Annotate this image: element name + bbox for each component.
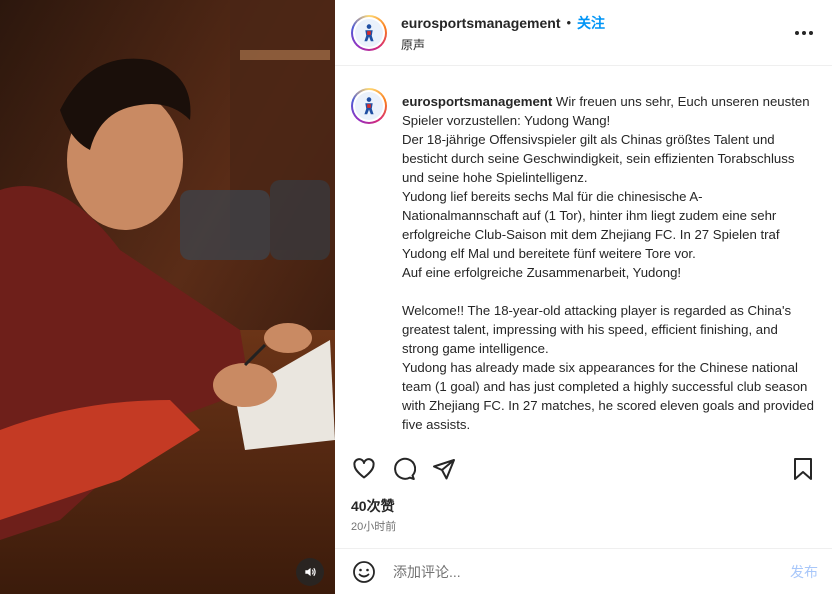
send-icon xyxy=(433,459,455,480)
speaker-icon xyxy=(305,567,316,577)
caption-line: Auf eine erfolgreiche Zusammenarbeit, Yu… xyxy=(402,265,682,280)
caption-area: eurosportsmanagement Wir freuen uns sehr… xyxy=(335,66,832,441)
caption-blank-line xyxy=(402,282,816,301)
like-button[interactable] xyxy=(351,456,377,482)
post-video[interactable] xyxy=(0,0,335,594)
instagram-post: eurosportsmanagement • 关注 原声 eurosportsm… xyxy=(0,0,832,594)
mute-button[interactable] xyxy=(296,558,324,586)
avatar-ring xyxy=(353,16,385,49)
action-bar xyxy=(351,453,816,485)
comment-icon xyxy=(394,457,416,480)
caption-avatar[interactable] xyxy=(351,88,387,124)
emoji-button[interactable] xyxy=(351,559,377,585)
post-sidebar: eurosportsmanagement • 关注 原声 eurosportsm… xyxy=(335,0,832,594)
username-link[interactable]: eurosportsmanagement xyxy=(401,15,560,31)
comment-input[interactable] xyxy=(391,562,790,581)
comment-bar: 发布 xyxy=(335,548,832,594)
caption-line: Der 18-jährige Offensivspieler gilt als … xyxy=(402,132,795,185)
caption-line: eurosportsmanagement Wir freuen uns sehr… xyxy=(402,92,816,130)
separator-dot: • xyxy=(566,15,572,30)
audio-label[interactable]: 原声 xyxy=(401,36,792,53)
caption-text: eurosportsmanagement Wir freuen uns sehr… xyxy=(402,92,816,441)
brand-logo-icon xyxy=(355,18,383,47)
caption-line: Yudong has already made six appearances … xyxy=(402,360,814,432)
caption-line: Yudong lief bereits sechs Mal für die ch… xyxy=(402,189,780,261)
caption-avatar-ring xyxy=(353,90,385,122)
save-button[interactable] xyxy=(790,456,816,482)
post-time[interactable]: 20小时前 xyxy=(351,518,396,534)
post-comment-button[interactable]: 发布 xyxy=(790,562,818,582)
heart-icon xyxy=(353,458,375,479)
player-figure-icon xyxy=(364,97,374,115)
emoji-icon xyxy=(353,560,375,583)
more-icon xyxy=(795,30,813,35)
post-header: eurosportsmanagement • 关注 原声 xyxy=(335,0,832,66)
player-figure-icon xyxy=(364,23,374,41)
bookmark-icon xyxy=(794,458,812,480)
caption-line: Welcome!! The 18-year-old attacking play… xyxy=(402,303,792,356)
more-options-button[interactable] xyxy=(792,21,816,45)
player-signing-photo xyxy=(0,0,335,594)
share-button[interactable] xyxy=(431,456,457,482)
header-row: eurosportsmanagement • 关注 xyxy=(401,13,792,33)
caption-username[interactable]: eurosportsmanagement xyxy=(402,94,552,109)
likes-count[interactable]: 40次赞 xyxy=(351,496,395,516)
brand-logo-icon xyxy=(355,92,383,120)
follow-button[interactable]: 关注 xyxy=(577,13,605,33)
avatar[interactable] xyxy=(351,14,387,51)
header-meta: eurosportsmanagement • 关注 原声 xyxy=(401,13,792,53)
comment-button[interactable] xyxy=(391,456,417,482)
